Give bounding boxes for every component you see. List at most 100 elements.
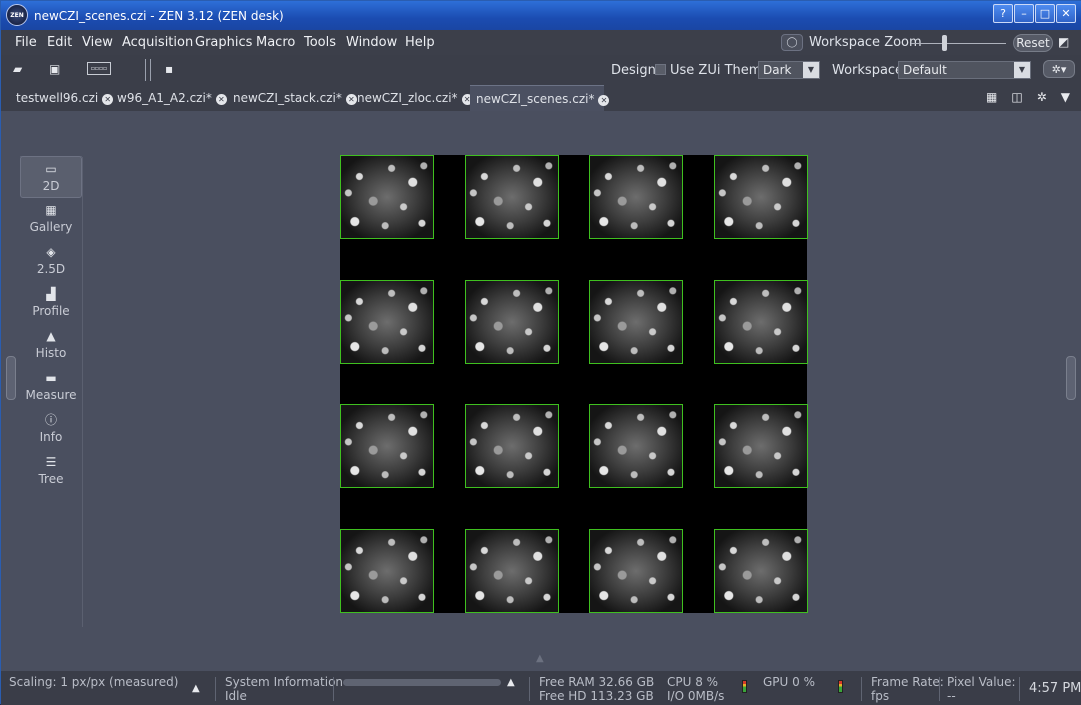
close-tab-icon[interactable]: ✕ [598, 95, 610, 106]
settings-dropdown[interactable]: ✲▾ [1043, 60, 1075, 78]
info-icon: ⓘ [44, 413, 57, 427]
gear-icon[interactable]: ✲ [1037, 90, 1047, 104]
scene-thumbnail[interactable] [340, 280, 434, 364]
scene-thumbnail[interactable] [589, 280, 683, 364]
scene-thumbnail[interactable] [714, 280, 808, 364]
toolbar-separator [145, 59, 151, 81]
theme-select-value: Dark [763, 63, 792, 77]
view-tool-label: Gallery [29, 220, 73, 234]
tools-divider [82, 157, 83, 627]
scene-thumbnail[interactable] [340, 529, 434, 613]
chevron-up-icon[interactable]: ▲ [507, 677, 515, 688]
workspace-zoom-thumb[interactable] [942, 35, 947, 51]
tab-testwell96[interactable]: testwell96.czi ✕ [10, 85, 119, 111]
pixel-value-label: Pixel Value: [947, 675, 1016, 689]
menu-window[interactable]: Window [346, 35, 397, 50]
workspace-zoom-slider[interactable] [911, 43, 1006, 44]
tab-bar-tools: ▦ ◫ ✲ ▼ [986, 90, 1070, 104]
menu-view[interactable]: View [82, 35, 113, 50]
tab-newczi-zloc[interactable]: newCZI_zloc.czi* ✕ [351, 85, 479, 111]
close-button[interactable]: ✕ [1056, 4, 1076, 23]
left-panel-collapse-handle[interactable] [6, 356, 16, 400]
zui-theme-checkbox[interactable] [655, 64, 666, 75]
tab-label: newCZI_zloc.czi* [357, 91, 458, 105]
chevron-up-icon[interactable]: ▲ [192, 683, 200, 694]
maximize-button[interactable]: □ [1035, 4, 1055, 23]
status-divider [529, 677, 530, 701]
menu-macro[interactable]: Macro [256, 35, 295, 50]
document-tab-bar: testwell96.czi ✕ w96_A1_A2.czi* ✕ newCZI_s… [1, 85, 1081, 111]
scaling-readout: Scaling: 1 px/px (measured) [9, 675, 179, 689]
free-ram: Free RAM 32.66 GB [539, 675, 655, 689]
menu-tools[interactable]: Tools [304, 35, 336, 50]
view-tool-info[interactable]: ⓘ Info [20, 408, 82, 450]
scene-thumbnail[interactable] [714, 155, 808, 239]
zen-logo-icon[interactable]: ZEN [6, 4, 28, 26]
workspace-select-value: Default [903, 63, 947, 77]
view-tool-histo[interactable]: ▲ Histo [20, 324, 82, 366]
undock-icon[interactable]: ◩ [1058, 35, 1072, 49]
scene-thumbnail[interactable] [340, 155, 434, 239]
app-window: ZEN newCZI_scenes.czi - ZEN 3.12 (ZEN de… [0, 0, 1081, 705]
help-button[interactable]: ? [993, 4, 1013, 23]
workspace-zoom-icon[interactable]: ◯ [781, 34, 803, 51]
keyboard-icon[interactable]: ▫▫▫▫ [87, 62, 111, 75]
layout-grid-icon[interactable]: ▦ [986, 90, 997, 104]
view-tool-tree[interactable]: ☰ Tree [20, 450, 82, 492]
bottom-panel-expand-icon[interactable]: ▲ [536, 653, 544, 664]
scene-thumbnail[interactable] [589, 404, 683, 488]
chevron-down-icon[interactable]: ▼ [1061, 90, 1070, 104]
scene-thumbnail[interactable] [589, 529, 683, 613]
profile-icon: ▟ [46, 287, 56, 301]
menu-acquisition[interactable]: Acquisition [122, 35, 193, 50]
scene-thumbnail[interactable] [465, 404, 559, 488]
reset-zoom-button[interactable]: Reset [1013, 34, 1053, 52]
split-view-icon[interactable]: ◫ [1011, 90, 1022, 104]
workspace-select[interactable]: Default ▼ [898, 61, 1031, 79]
close-tab-icon[interactable]: ✕ [215, 94, 227, 105]
status-divider [1019, 677, 1020, 701]
scene-thumbnail[interactable] [589, 155, 683, 239]
new-image-icon[interactable]: ▪ [165, 62, 173, 76]
view-tool-label: Tree [38, 472, 64, 486]
chevron-down-icon: ▼ [803, 62, 819, 78]
scene-thumbnail[interactable] [340, 404, 434, 488]
menu-file[interactable]: File [15, 35, 37, 50]
menu-graphics[interactable]: Graphics [195, 35, 252, 50]
theme-select[interactable]: Dark ▼ [758, 61, 820, 79]
scene-thumbnail[interactable] [465, 529, 559, 613]
scene-thumbnail[interactable] [465, 280, 559, 364]
tab-newczi-stack[interactable]: newCZI_stack.czi* ✕ [227, 85, 363, 111]
title-bar[interactable]: ZEN newCZI_scenes.czi - ZEN 3.12 (ZEN de… [1, 1, 1081, 30]
tab-w96-a1-a2[interactable]: w96_A1_A2.czi* ✕ [111, 85, 233, 111]
clock: 4:57 PM [1029, 681, 1081, 696]
scene-thumbnail[interactable] [714, 404, 808, 488]
save-icon[interactable]: ▣ [49, 62, 60, 76]
scene-thumbnail[interactable] [465, 155, 559, 239]
right-panel-collapse-handle[interactable] [1066, 356, 1076, 400]
view-tool-label: Measure [25, 388, 77, 402]
frame-rate-value: fps [871, 689, 890, 703]
view-tool-label: 2D [42, 179, 60, 193]
view-tool-measure[interactable]: ▬ Measure [20, 366, 82, 408]
2d-view-icon: ▭ [45, 162, 57, 176]
image-canvas[interactable] [340, 155, 808, 613]
view-tool-gallery[interactable]: ▦ Gallery [20, 198, 82, 240]
view-tool-2d[interactable]: ▭ 2D [20, 156, 82, 198]
view-tools-panel: ▭ 2D ▦ Gallery ◈ 2.5D ▟ Profile ▲ Histo … [20, 156, 82, 596]
view-tool-profile[interactable]: ▟ Profile [20, 282, 82, 324]
status-divider [939, 677, 940, 701]
gear-icon: ✲▾ [1051, 62, 1067, 76]
view-tool-2-5d[interactable]: ◈ 2.5D [20, 240, 82, 282]
tab-label: testwell96.czi [16, 91, 99, 105]
tab-newczi-scenes[interactable]: newCZI_scenes.czi* ✕ [470, 85, 610, 111]
minimize-button[interactable]: – [1014, 4, 1034, 23]
system-info-label[interactable]: System Information [225, 675, 343, 689]
cpu-usage: CPU 8 % [667, 675, 719, 689]
image-view-area: ▭ 2D ▦ Gallery ◈ 2.5D ▟ Profile ▲ Histo … [1, 111, 1081, 671]
scene-thumbnail[interactable] [714, 529, 808, 613]
menu-edit[interactable]: Edit [47, 35, 72, 50]
menu-help[interactable]: Help [405, 35, 435, 50]
open-folder-icon[interactable]: ▰ [13, 62, 22, 76]
view-tool-label: 2.5D [36, 262, 66, 276]
